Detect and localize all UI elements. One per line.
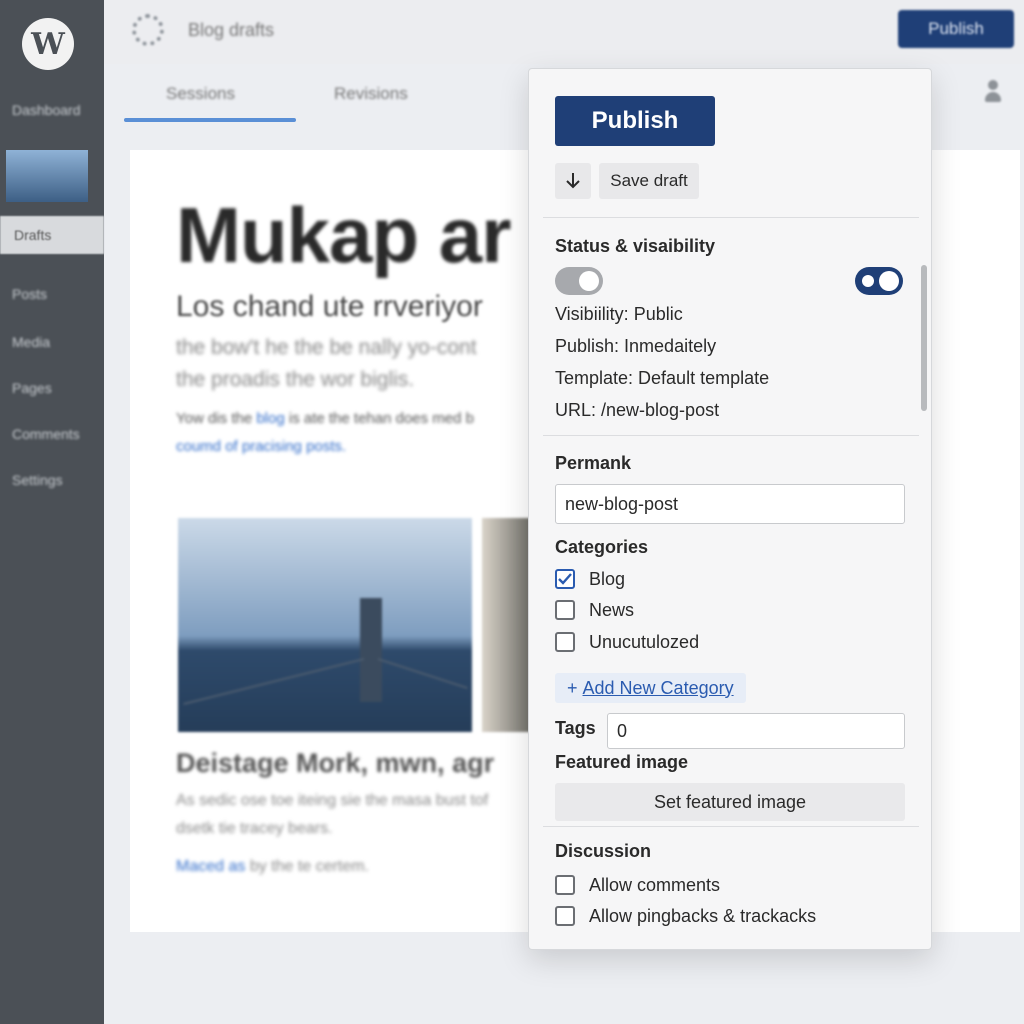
category-checkbox[interactable] bbox=[555, 569, 575, 589]
sidebar-item-settings[interactable]: Settings bbox=[12, 472, 63, 488]
bridge-tower bbox=[360, 598, 382, 702]
post-section-text[interactable]: dsetk tie tracey bears. bbox=[176, 820, 333, 838]
divider bbox=[543, 435, 919, 436]
permalink-heading: Permank bbox=[555, 453, 632, 473]
post-inline-link[interactable]: coumd of pracising posts. bbox=[176, 438, 346, 455]
post-text: is ate the tehan does med b bbox=[284, 410, 474, 427]
admin-sidebar: W Dashboard Drafts Posts Media Pages Com… bbox=[0, 0, 104, 1024]
panel-scrollbar[interactable] bbox=[921, 265, 927, 411]
category-checkbox[interactable] bbox=[555, 600, 575, 620]
active-tab-indicator bbox=[124, 118, 296, 122]
sidebar-item-active[interactable]: Drafts bbox=[0, 216, 104, 254]
post-paragraph-line[interactable]: the bow't he the be nally yo-cont bbox=[176, 336, 477, 360]
tab-sessions[interactable]: Sessions bbox=[166, 84, 235, 104]
tags-input[interactable] bbox=[607, 713, 905, 749]
status-toggle-off[interactable] bbox=[555, 267, 603, 295]
category-label: Unucutulozed bbox=[589, 631, 700, 652]
category-option-blog[interactable]: Blog bbox=[555, 568, 625, 590]
wordpress-logo-icon[interactable]: W bbox=[22, 18, 74, 70]
category-option-uncategorized[interactable]: Unucutulozed bbox=[555, 631, 699, 653]
template-setting[interactable]: Template: Default template bbox=[555, 368, 769, 389]
allow-pingbacks-option[interactable]: Allow pingbacks & trackacks bbox=[555, 905, 816, 927]
tab-revisions[interactable]: Revisions bbox=[334, 84, 408, 104]
category-label: News bbox=[589, 599, 635, 620]
save-draft-button[interactable]: Save draft bbox=[599, 163, 699, 199]
arrow-down-icon bbox=[566, 173, 580, 189]
sidebar-item-dashboard[interactable]: Dashboard bbox=[12, 102, 81, 118]
allow-pingbacks-checkbox[interactable] bbox=[555, 906, 575, 926]
logo-letter: W bbox=[31, 26, 65, 62]
editor-tabs: Sessions Revisions bbox=[124, 64, 544, 124]
post-inline-link[interactable]: blog bbox=[256, 410, 284, 427]
sidebar-item-media[interactable]: Media bbox=[12, 334, 50, 350]
allow-comments-checkbox[interactable] bbox=[555, 875, 575, 895]
plus-icon: + bbox=[567, 677, 578, 698]
divider bbox=[543, 826, 919, 827]
top-publish-button[interactable]: Publish bbox=[898, 10, 1014, 48]
categories-heading: Categories bbox=[555, 537, 649, 557]
permalink-input[interactable] bbox=[555, 484, 905, 524]
page-title: Blog drafts bbox=[188, 20, 275, 40]
publish-button[interactable]: Publish bbox=[555, 96, 715, 146]
checkmark-icon bbox=[558, 573, 572, 585]
allow-comments-option[interactable]: Allow comments bbox=[555, 874, 720, 896]
toggle-knob bbox=[879, 271, 899, 291]
featured-image-heading: Featured image bbox=[555, 752, 689, 772]
download-button[interactable] bbox=[555, 163, 591, 199]
status-visibility-heading: Status & visaibility bbox=[555, 236, 716, 256]
post-link-paragraph[interactable]: coumd of pracising posts. bbox=[176, 438, 346, 455]
url-setting[interactable]: URL: /new-blog-post bbox=[555, 400, 719, 421]
sidebar-thumbnail[interactable] bbox=[6, 150, 88, 202]
post-subtitle[interactable]: Los chand ute rrveriyor bbox=[176, 290, 483, 324]
publish-schedule-setting[interactable]: Publish: Inmedaitely bbox=[555, 336, 716, 357]
user-icon[interactable] bbox=[984, 80, 1002, 104]
post-title[interactable]: Mukap ar bbox=[176, 190, 511, 281]
allow-comments-label: Allow comments bbox=[589, 874, 721, 895]
tags-label: Tags bbox=[555, 718, 596, 738]
toggle-knob bbox=[579, 271, 599, 291]
gear-icon[interactable] bbox=[132, 14, 164, 46]
post-image-bridge[interactable] bbox=[178, 518, 472, 732]
sidebar-item-pages[interactable]: Pages bbox=[12, 380, 52, 396]
post-section-text[interactable]: As sedic ose toe iteing sie the masa bus… bbox=[176, 792, 488, 810]
sidebar-item-comments[interactable]: Comments bbox=[12, 426, 80, 442]
sidebar-item-posts[interactable]: Posts bbox=[12, 286, 47, 302]
visibility-setting[interactable]: Visibiility: Public bbox=[555, 304, 683, 325]
post-footer-line[interactable]: Maced as by the te certem. bbox=[176, 858, 369, 876]
add-category-label: Add New Category bbox=[582, 677, 734, 698]
add-new-category-link[interactable]: + Add New Category bbox=[555, 673, 746, 703]
discussion-heading: Discussion bbox=[555, 841, 652, 861]
allow-pingbacks-label: Allow pingbacks & trackacks bbox=[589, 905, 817, 926]
bridge-cable bbox=[377, 658, 468, 689]
post-paragraph-line[interactable]: the proadis the wor biglis. bbox=[176, 368, 414, 392]
set-featured-image-button[interactable]: Set featured image bbox=[555, 783, 905, 821]
bridge-cable bbox=[183, 658, 365, 705]
status-toggle-on[interactable] bbox=[855, 267, 903, 295]
post-inline-link[interactable]: Maced as bbox=[176, 858, 245, 875]
post-section-heading[interactable]: Deistage Mork, mwn, agr bbox=[176, 748, 494, 779]
post-text: Yow dis the bbox=[176, 410, 257, 427]
category-label: Blog bbox=[589, 568, 626, 589]
toggle-dot bbox=[862, 275, 874, 287]
publish-settings-panel: Publish Save draft Status & visaibility … bbox=[528, 68, 932, 950]
divider bbox=[543, 217, 919, 218]
category-option-news[interactable]: News bbox=[555, 599, 634, 621]
post-link-paragraph[interactable]: Yow dis the blog is ate the tehan does m… bbox=[176, 410, 474, 427]
post-text: by the te certem. bbox=[245, 858, 369, 875]
category-checkbox[interactable] bbox=[555, 632, 575, 652]
top-bar: Blog drafts Publish bbox=[104, 0, 1024, 64]
